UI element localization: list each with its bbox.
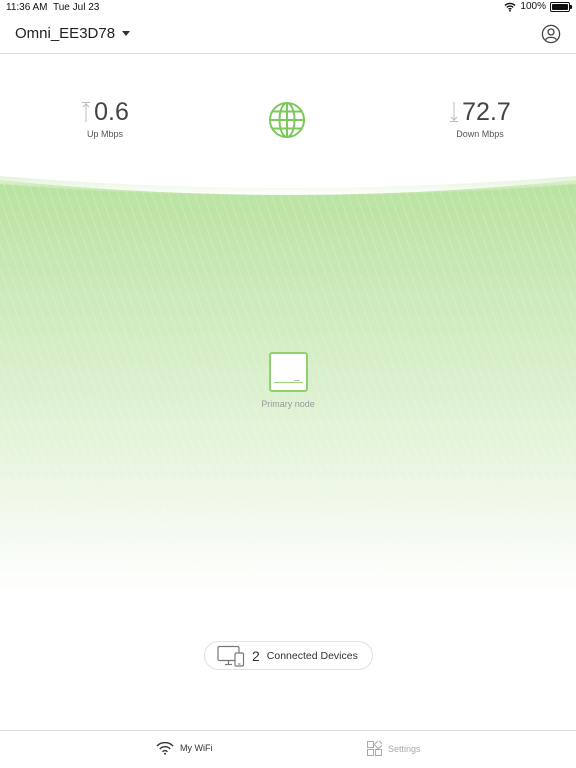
status-date: Tue Jul 23 <box>53 2 100 13</box>
devices-icon <box>217 645 245 667</box>
primary-node-label: Primary node <box>261 399 315 409</box>
chevron-down-icon <box>122 31 131 36</box>
account-icon[interactable] <box>541 24 561 44</box>
tab-my-wifi[interactable]: My WiFi <box>156 741 213 755</box>
status-bar: 11:36 AM Tue Jul 23 100% <box>0 0 576 16</box>
status-time: 11:36 AM <box>6 2 48 13</box>
globe-icon[interactable] <box>268 101 306 139</box>
wifi-icon <box>504 2 516 12</box>
connected-devices-label: Connected Devices <box>266 649 358 662</box>
router-icon <box>268 352 308 392</box>
upload-speed-label: Up Mbps <box>86 129 123 139</box>
settings-grid-icon <box>367 741 382 756</box>
status-right: 100% <box>504 1 572 12</box>
header: Omni_EE3D78 <box>0 16 576 54</box>
primary-node[interactable]: Primary node <box>258 352 318 409</box>
wifi-icon <box>156 741 174 755</box>
download-speed-label: Down Mbps <box>456 129 504 139</box>
battery-icon <box>550 1 572 12</box>
battery-percent: 100% <box>520 1 546 12</box>
connected-devices-button[interactable]: 2 Connected Devices <box>204 641 373 670</box>
tab-bar: My WiFi Settings <box>0 730 576 768</box>
upload-arrow-icon <box>82 102 91 122</box>
upload-speed: 0.6 Up Mbps <box>70 98 140 139</box>
upload-speed-value: 0.6 <box>94 98 129 126</box>
tab-settings[interactable]: Settings <box>367 741 421 756</box>
network-selector[interactable]: Omni_EE3D78 <box>15 25 131 42</box>
download-speed: 72.7 Down Mbps <box>440 98 520 139</box>
network-name: Omni_EE3D78 <box>15 25 116 42</box>
tab-label: My WiFi <box>180 743 213 753</box>
download-speed-value: 72.7 <box>462 98 511 126</box>
tab-label: Settings <box>388 743 421 754</box>
connected-devices-count: 2 <box>252 647 260 664</box>
download-arrow-icon <box>450 102 459 122</box>
